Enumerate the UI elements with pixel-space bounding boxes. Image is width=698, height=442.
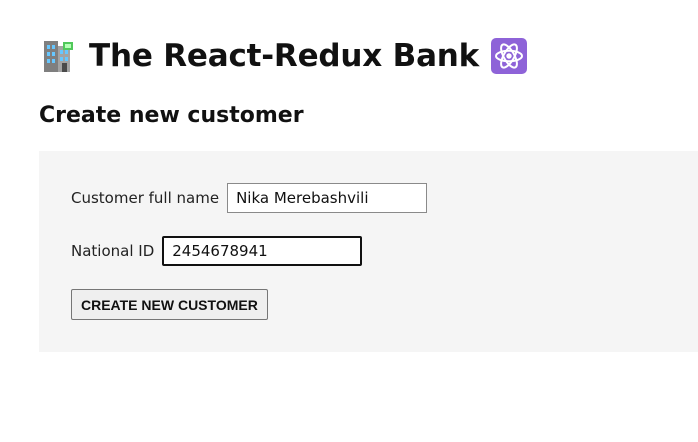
react-atom-icon [489, 36, 529, 76]
page-title-text: The React-Redux Bank [89, 38, 480, 74]
app-root: The React-Redux Bank Create new customer… [0, 0, 698, 442]
national-id-row: National ID [71, 236, 363, 266]
page-title: The React-Redux Bank [39, 36, 529, 76]
create-customer-panel: Customer full name National ID CREATE NE… [39, 151, 698, 352]
bank-building-icon [39, 36, 79, 76]
full-name-row: Customer full name [71, 183, 428, 213]
full-name-input[interactable] [227, 183, 428, 213]
national-id-input[interactable] [162, 236, 363, 266]
create-customer-button[interactable]: CREATE NEW CUSTOMER [71, 289, 268, 320]
full-name-label: Customer full name [71, 189, 220, 207]
national-id-label: National ID [71, 242, 155, 260]
section-heading: Create new customer [39, 103, 304, 128]
